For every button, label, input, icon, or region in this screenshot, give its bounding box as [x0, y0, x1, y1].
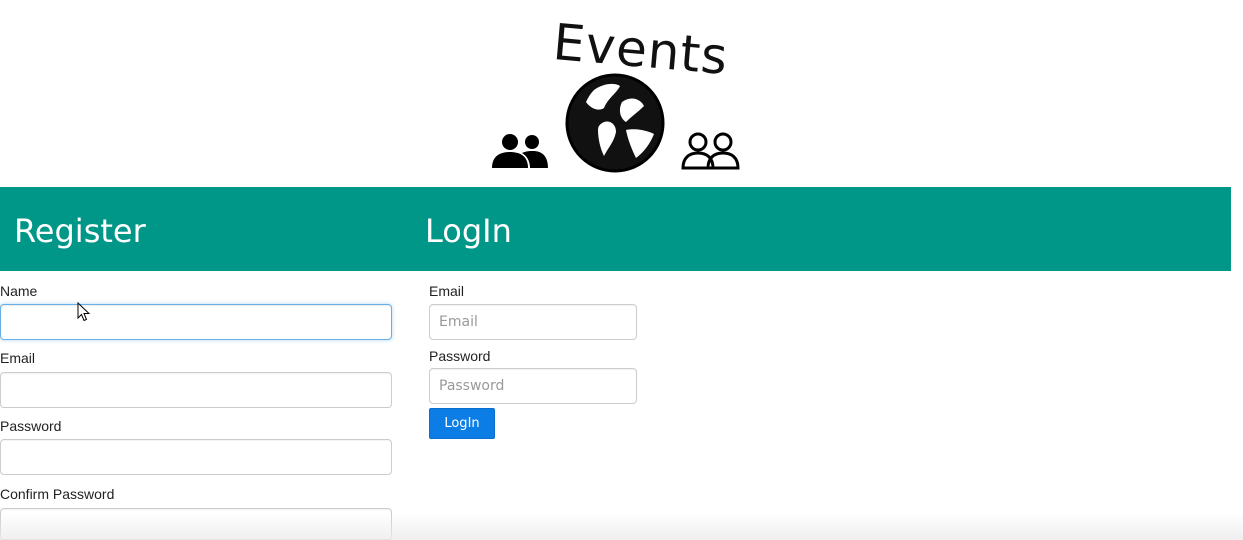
register-name-input[interactable]	[0, 304, 392, 340]
events-page: Events Register LogIn Name Email Passwor…	[0, 0, 1243, 540]
name-label: Name	[0, 283, 38, 299]
header-band: Register LogIn	[0, 187, 1231, 271]
login-password-label: Password	[429, 348, 491, 364]
register-heading: Register	[14, 212, 146, 250]
events-logo: Events	[488, 12, 748, 177]
login-email-label: Email	[429, 283, 465, 299]
login-heading: LogIn	[425, 212, 512, 250]
register-email-label: Email	[0, 350, 36, 366]
login-email-input[interactable]	[429, 304, 637, 340]
register-email-input[interactable]	[0, 372, 392, 408]
register-password-input[interactable]	[0, 439, 392, 475]
people-outline-icon	[681, 132, 740, 170]
login-button[interactable]: LogIn	[429, 408, 495, 439]
register-password-label: Password	[0, 418, 62, 434]
people-filled-icon	[492, 134, 548, 168]
mouse-cursor-icon	[77, 302, 91, 322]
login-password-input[interactable]	[429, 368, 637, 404]
globe-icon	[565, 73, 665, 173]
confirm-password-label: Confirm Password	[0, 486, 115, 502]
confirm-password-input[interactable]	[0, 508, 392, 540]
